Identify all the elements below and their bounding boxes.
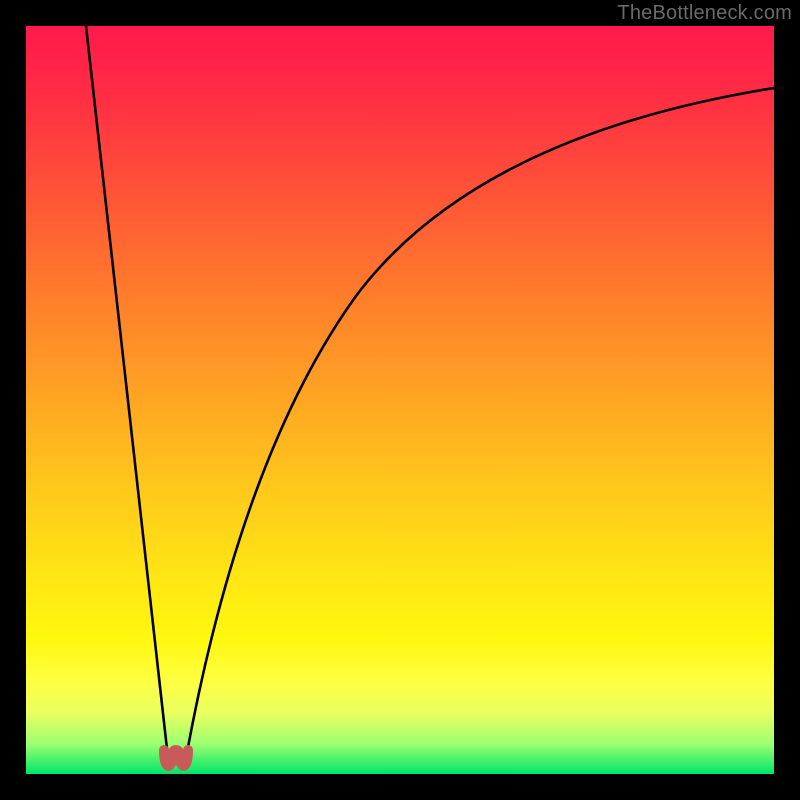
plot-area [26,26,774,774]
curve-left-branch [86,26,168,758]
bottleneck-curve [26,26,774,774]
curve-right-branch [186,88,774,758]
chart-frame: TheBottleneck.com [0,0,800,800]
curve-nub [164,750,188,766]
watermark-text: TheBottleneck.com [617,2,792,25]
